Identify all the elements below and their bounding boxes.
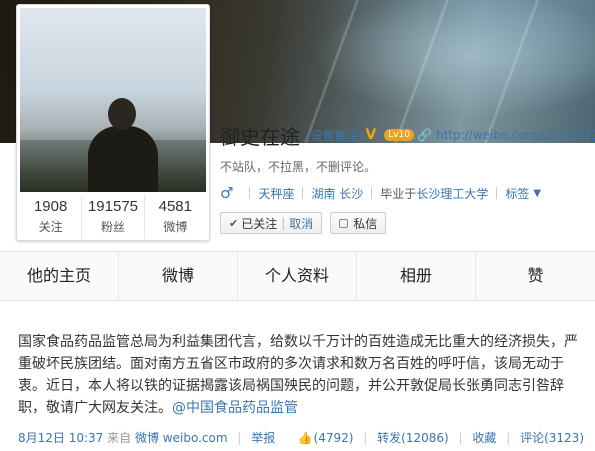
homepage-link[interactable]: http://weibo.com/u/13697147 xyxy=(436,128,595,142)
username: 御史在途 xyxy=(220,124,300,149)
checkmark-icon: ✔ xyxy=(229,216,239,230)
tab-album[interactable]: 相册 xyxy=(357,252,476,300)
level-badge[interactable]: Lv10 xyxy=(384,129,415,141)
divider: | xyxy=(458,431,463,445)
message-button[interactable]: 私信 xyxy=(330,212,387,234)
user-tags-row: ♂ 天秤座 湖南 长沙 毕业于 长沙理工大学 标签 ▼ xyxy=(220,184,595,202)
profile-stats: 1908 关注 191575 粉丝 4581 微博 xyxy=(20,195,206,239)
source-prefix: 来自 xyxy=(107,431,132,445)
action-buttons: ✔ 已关注 | 取消 私信 xyxy=(220,212,595,234)
tab-profile-info[interactable]: 个人资料 xyxy=(238,252,357,300)
repost-button[interactable]: 转发(12086) xyxy=(377,429,449,446)
favorite-button[interactable]: 收藏 xyxy=(472,429,496,446)
profile-card: 1908 关注 191575 粉丝 4581 微博 xyxy=(16,4,210,241)
weibo-post: 国家食品药品监管总局为利益集团代言，给数以千万计的百姓造成无比重大的经济损失，严… xyxy=(18,331,584,445)
post-date-link[interactable]: 8月12日 10:37 xyxy=(18,429,103,446)
followed-label: 已关注 xyxy=(241,216,278,231)
post-meta: 8月12日 10:37 来自 微博 weibo.com | 举报 xyxy=(18,429,275,446)
male-icon: ♂ xyxy=(220,184,234,202)
post-body: 国家食品药品监管总局为利益集团代言，给数以千万计的百姓造成无比重大的经济损失，严… xyxy=(18,331,584,419)
user-bio: 不站队，不拉黑，不删评论。 xyxy=(220,160,377,174)
zodiac-link[interactable]: 天秤座 xyxy=(258,185,294,202)
school-link[interactable]: 长沙理工大学 xyxy=(416,185,488,202)
profile-tabs: 他的主页 微博 个人资料 相册 赞 xyxy=(0,251,595,301)
thumbs-up-icon[interactable]: 👍 xyxy=(298,431,313,445)
divider xyxy=(302,187,304,199)
report-link[interactable]: 举报 xyxy=(251,429,275,446)
divider xyxy=(496,187,498,199)
verified-icon[interactable]: V xyxy=(365,127,376,143)
stat-label: 关注 xyxy=(38,220,63,234)
comment-button[interactable]: 评论(3123) xyxy=(520,429,584,446)
avatar[interactable] xyxy=(20,8,206,192)
source-link[interactable]: 微博 weibo.com xyxy=(135,429,228,446)
divider xyxy=(249,187,251,199)
tags-dropdown[interactable]: 标签 xyxy=(505,185,529,202)
stat-label: 微博 xyxy=(163,220,188,234)
divider: | xyxy=(363,431,368,445)
tab-likes[interactable]: 赞 xyxy=(476,252,595,300)
location-link[interactable]: 湖南 长沙 xyxy=(311,185,363,202)
like-count[interactable]: (4792) xyxy=(314,431,354,445)
stat-value: 1908 xyxy=(33,198,68,215)
chevron-down-icon[interactable]: ▼ xyxy=(533,188,541,199)
mention-link[interactable]: @中国食品药品监管 xyxy=(172,400,298,416)
message-label: 私信 xyxy=(353,216,378,231)
divider: | xyxy=(506,431,511,445)
divider: | xyxy=(281,216,286,230)
user-info: 御史在途 (设置备注) V Lv10 🔗 http://weibo.com/u/… xyxy=(220,120,595,234)
avatar-figure-body xyxy=(88,126,158,192)
stat-label: 粉丝 xyxy=(100,220,125,234)
link-icon: 🔗 xyxy=(417,128,432,142)
tab-home[interactable]: 他的主页 xyxy=(0,252,119,300)
avatar-figure-head xyxy=(108,98,136,130)
name-row: 御史在途 (设置备注) V Lv10 🔗 http://weibo.com/u/… xyxy=(220,120,595,150)
stat-posts[interactable]: 4581 微博 xyxy=(145,195,206,239)
stat-followers[interactable]: 191575 粉丝 xyxy=(82,195,145,239)
tab-weibo[interactable]: 微博 xyxy=(119,252,238,300)
post-actions: 👍(4792) | 转发(12086) | 收藏 | 评论(3123) xyxy=(298,429,584,446)
set-remark-link[interactable]: (设置备注) xyxy=(306,127,363,144)
follow-status-button[interactable]: ✔ 已关注 | 取消 xyxy=(220,212,323,234)
unfollow-button[interactable]: 取消 xyxy=(289,215,313,232)
stat-value: 4581 xyxy=(158,198,192,215)
divider: | xyxy=(237,431,242,445)
stat-value: 191575 xyxy=(87,198,139,215)
divider xyxy=(371,187,373,199)
message-icon xyxy=(339,218,349,228)
education-prefix: 毕业于 xyxy=(380,186,417,201)
post-text: 国家食品药品监管总局为利益集团代言，给数以千万计的百姓造成无比重大的经济损失，严… xyxy=(18,334,578,416)
post-footer: 8月12日 10:37 来自 微博 weibo.com | 举报 👍(4792)… xyxy=(18,429,584,446)
stat-following[interactable]: 1908 关注 xyxy=(20,195,83,239)
